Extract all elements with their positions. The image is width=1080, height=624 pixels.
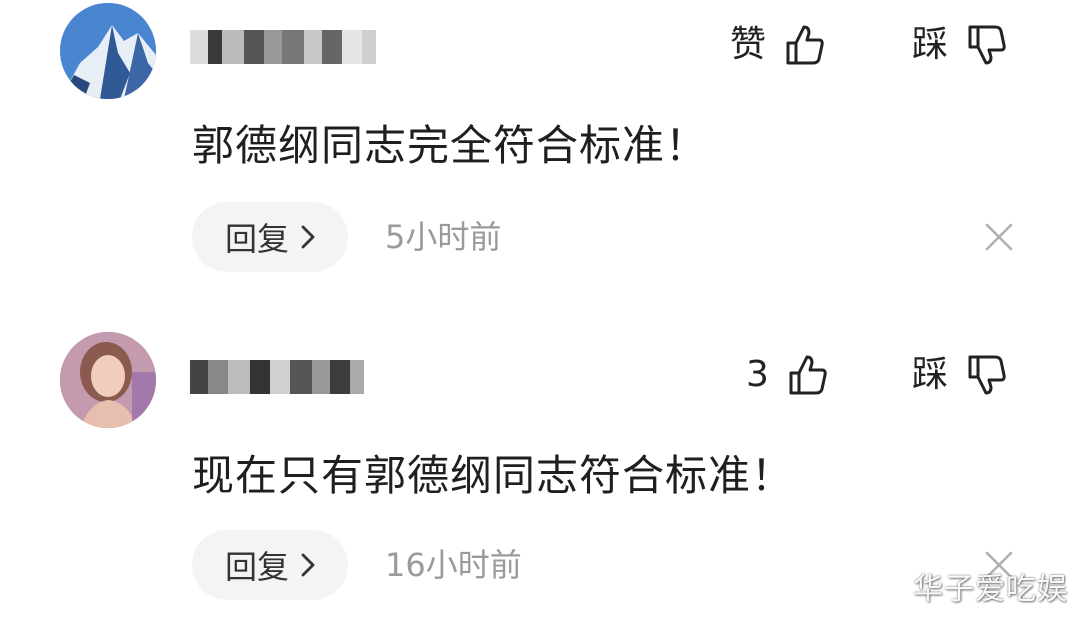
chevron-right-icon [301,553,315,577]
mountain-avatar-image [60,3,156,99]
reply-button[interactable]: 回复 [192,530,348,600]
dislike-button[interactable]: 踩 [912,20,1008,70]
like-label: 赞 [730,24,767,65]
thumbs-up-icon [786,25,824,65]
user-avatar[interactable] [60,3,156,99]
chevron-right-icon [301,225,315,249]
reply-button[interactable]: 回复 [192,202,348,272]
thumbs-down-icon [968,25,1006,65]
reply-label: 回复 [224,220,289,258]
like-count: 3 [746,354,769,395]
like-button[interactable]: 3 [746,350,829,400]
thumbs-down-icon [968,355,1006,395]
dislike-button[interactable]: 踩 [912,350,1008,400]
thumbs-up-icon [789,355,827,395]
close-icon[interactable] [984,222,1014,252]
comment-text: 现在只有郭德纲同志符合标准！ [192,451,795,500]
like-button[interactable]: 赞 [730,20,826,70]
dislike-label: 踩 [912,354,949,395]
comment-text: 郭德纲同志完全符合标准！ [192,121,709,170]
timestamp: 5小时前 [385,218,502,256]
username-blurred[interactable] [190,30,376,64]
reply-label: 回复 [224,548,289,586]
username-blurred[interactable] [190,360,364,394]
user-avatar[interactable] [60,332,156,428]
watermark-text: 华子爱吃娱 [913,572,1068,607]
dislike-label: 踩 [912,24,949,65]
woman-avatar-image [60,332,156,428]
timestamp: 16小时前 [385,546,522,584]
comment-item: 赞 踩 郭德纲同志完全符合标准！ 回复 5小时前 [0,0,1080,300]
